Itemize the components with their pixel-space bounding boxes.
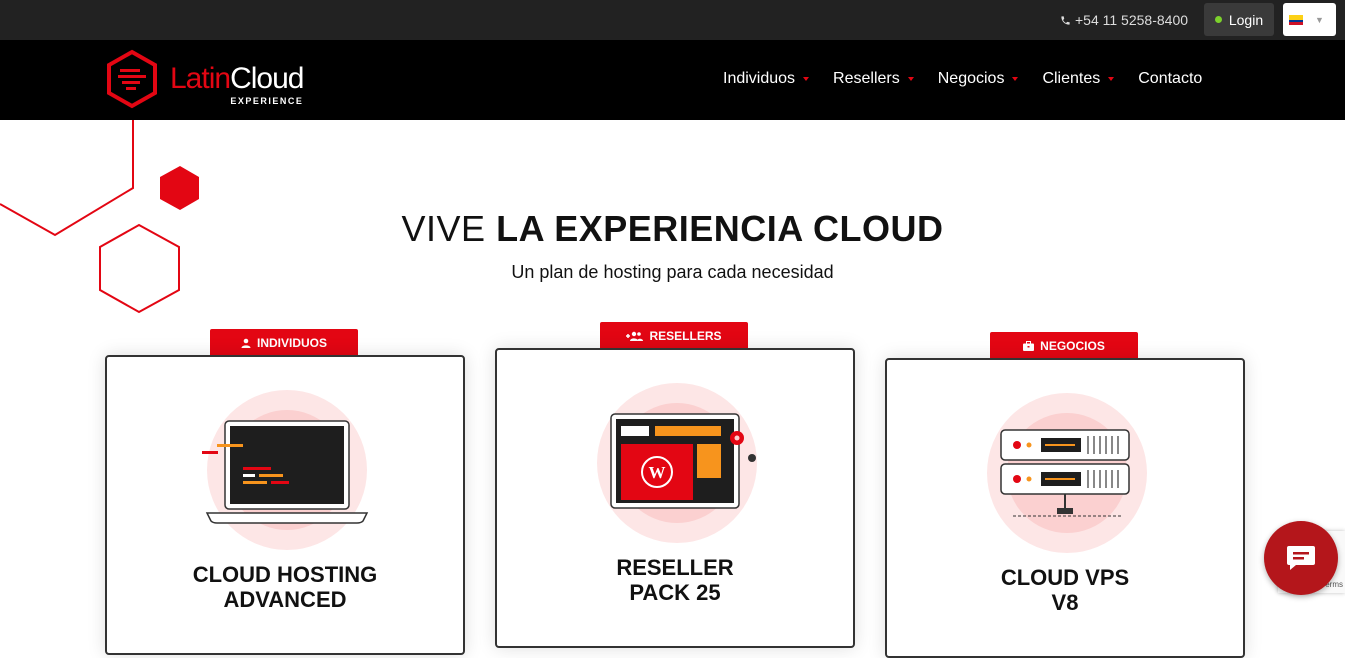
card-title: CLOUD HOSTING ADVANCED — [107, 562, 463, 612]
card-title: RESELLER PACK 25 — [497, 555, 853, 605]
svg-text:W: W — [649, 463, 666, 482]
card-title: CLOUD VPS V8 — [887, 565, 1243, 615]
card-title-line2: PACK 25 — [629, 580, 721, 605]
chat-button[interactable] — [1264, 521, 1338, 595]
nav-item-contacto[interactable]: Contacto — [1138, 70, 1202, 88]
tag-label: RESELLERS — [649, 329, 722, 343]
tag-individuos[interactable]: INDIVIDUOS — [210, 329, 358, 357]
users-add-icon — [626, 331, 644, 341]
nav-item-label: Negocios — [937, 70, 1005, 87]
nav-item-clientes[interactable]: Clientes — [1042, 70, 1115, 88]
product-card-resellers[interactable]: W RESELLER PACK 25 — [495, 348, 855, 648]
laptop-code-icon — [202, 390, 369, 550]
login-label: Login — [1228, 11, 1264, 28]
hero-title: VIVE LA EXPERIENCIA CLOUD — [0, 208, 1345, 250]
dropdown-arrow-icon — [1108, 77, 1115, 81]
logo-latin: Latin — [170, 62, 231, 95]
top-bar: +54 11 5258-8400 Login ▼ — [0, 0, 1345, 40]
dropdown-arrow-icon — [803, 77, 810, 81]
nav-menu: Individuos Resellers Negocios Clientes C… — [723, 70, 1226, 88]
nav-item-resellers[interactable]: Resellers — [833, 70, 914, 88]
product-card-negocios[interactable]: CLOUD VPS V8 — [885, 358, 1245, 658]
server-rack-icon — [987, 393, 1147, 553]
nav-item-label: Individuos — [723, 70, 796, 87]
site-logo[interactable]: LatinCloud EXPERIENCE — [106, 49, 304, 109]
phone-number: +54 11 5258-8400 — [1075, 12, 1189, 28]
user-icon — [241, 338, 251, 348]
logo-cloud: Cloud — [230, 62, 304, 95]
dropdown-arrow-icon — [907, 77, 914, 81]
dropdown-arrow-icon — [1012, 77, 1019, 81]
product-card-individuos[interactable]: CLOUD HOSTING ADVANCED — [105, 355, 465, 655]
language-selector[interactable]: ▼ — [1283, 3, 1336, 36]
nav-item-label: Contacto — [1138, 70, 1203, 87]
briefcase-icon — [1023, 341, 1035, 351]
hero-title-bold: LA EXPERIENCIA CLOUD — [496, 208, 944, 249]
card-title-line1: CLOUD VPS — [1000, 565, 1130, 590]
nav-item-individuos[interactable]: Individuos — [723, 70, 810, 88]
logo-text: LatinCloud EXPERIENCE — [170, 62, 304, 107]
login-button[interactable]: Login — [1204, 3, 1274, 36]
latincloud-hex-logo-icon — [107, 49, 157, 109]
tag-negocios[interactable]: NEGOCIOS — [990, 332, 1138, 360]
nav-item-label: Resellers — [833, 70, 900, 87]
nav-item-negocios[interactable]: Negocios — [938, 70, 1019, 88]
hero-title-light: VIVE — [401, 208, 497, 249]
tag-resellers[interactable]: RESELLERS — [600, 322, 748, 350]
colombia-flag-icon — [1289, 14, 1303, 25]
chat-bubble-icon — [1287, 546, 1315, 570]
chevron-down-icon: ▼ — [1315, 14, 1324, 25]
nav-item-label: Clientes — [1042, 70, 1101, 87]
phone-icon — [1061, 15, 1070, 25]
card-title-line1: RESELLER — [616, 555, 734, 580]
card-title-line1: CLOUD HOSTING — [192, 562, 378, 587]
phone-link[interactable]: +54 11 5258-8400 — [1060, 12, 1188, 28]
card-title-line2: ADVANCED — [223, 587, 347, 612]
wordpress-window-icon: W — [597, 383, 757, 543]
logo-subtitle: EXPERIENCE — [230, 96, 304, 106]
main-navbar: LatinCloud EXPERIENCE Individuos Reselle… — [0, 40, 1345, 120]
tag-label: NEGOCIOS — [1040, 339, 1105, 353]
hero-subtitle: Un plan de hosting para cada necesidad — [511, 262, 834, 282]
status-dot-icon — [1214, 16, 1222, 23]
tag-label: INDIVIDUOS — [256, 336, 327, 350]
